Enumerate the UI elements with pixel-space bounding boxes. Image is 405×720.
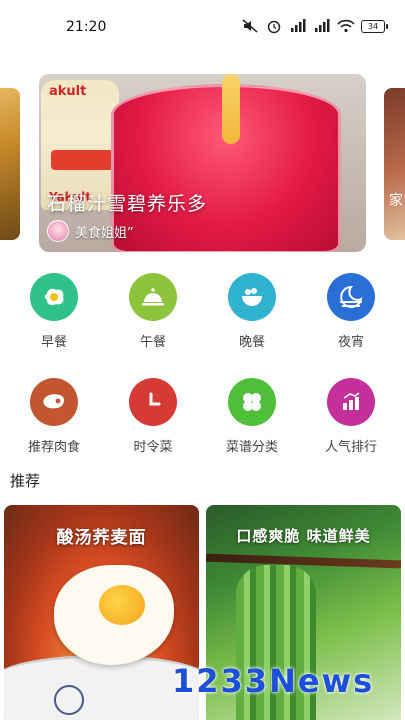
wifi-icon xyxy=(337,19,355,33)
category-seasonal[interactable]: 时令菜 xyxy=(122,378,184,455)
category-meat[interactable]: 推荐肉食 xyxy=(23,378,85,455)
bowl-pattern-image xyxy=(54,685,84,715)
category-label: 时令菜 xyxy=(133,440,173,455)
fried-egg-icon xyxy=(30,273,78,321)
alarm-icon xyxy=(267,20,281,34)
category-label: 菜谱分类 xyxy=(225,440,278,455)
banner-slide-next[interactable] xyxy=(384,88,405,240)
banner-next-title: 家 xyxy=(389,193,403,209)
category-recipe-types[interactable]: 菜谱分类 xyxy=(221,378,283,455)
category-label: 夜宵 xyxy=(337,335,364,350)
battery-icon: 34 xyxy=(361,19,388,33)
mute-icon xyxy=(242,19,258,33)
status-bar: 21:20 34 xyxy=(0,0,405,56)
category-lunch[interactable]: 午餐 xyxy=(122,273,184,350)
banner-title: 石榴汁雪碧养乐多 xyxy=(47,193,208,215)
recommend-title: 推荐 xyxy=(10,472,41,490)
yolk-image xyxy=(99,585,145,625)
recipe-card[interactable]: 酸汤荞麦面 xyxy=(4,505,199,720)
moon-icon xyxy=(327,273,375,321)
category-label: 午餐 xyxy=(139,335,166,350)
category-label: 人气排行 xyxy=(324,440,377,455)
category-breakfast[interactable]: 早餐 xyxy=(23,273,85,350)
bowl-image xyxy=(4,655,199,720)
avatar xyxy=(47,220,69,242)
steak-icon xyxy=(30,378,78,426)
watermark: 1233News xyxy=(172,662,375,700)
clover-icon xyxy=(228,378,276,426)
banner-slide-main[interactable]: akult Yakult 石榴汁雪碧养乐多 美食姐姐” xyxy=(39,74,366,252)
pour-stream-image xyxy=(222,74,240,144)
status-icons: 34 xyxy=(241,18,388,34)
category-grid: 早餐 午餐 晚餐 夜宵 推荐肉食 时令菜 菜谱分类 人气排行 xyxy=(0,273,405,455)
category-row: 早餐 午餐 晚餐 夜宵 xyxy=(0,273,405,350)
recipe-card-title: 酸汤荞麦面 xyxy=(56,528,147,548)
category-label: 早餐 xyxy=(40,335,67,350)
category-dinner[interactable]: 晚餐 xyxy=(221,273,283,350)
category-ranking[interactable]: 人气排行 xyxy=(320,378,382,455)
recipe-card-title: 口感爽脆 味道鲜美 xyxy=(236,527,371,545)
ranking-icon xyxy=(327,378,375,426)
category-late-night[interactable]: 夜宵 xyxy=(320,273,382,350)
bottle-label-band xyxy=(51,150,113,170)
category-label: 晚餐 xyxy=(238,335,265,350)
banner-slide-prev[interactable] xyxy=(0,88,20,240)
bowl-icon xyxy=(228,273,276,321)
chopsticks-image xyxy=(206,553,401,569)
banner-author[interactable]: 美食姐姐” xyxy=(47,220,134,242)
status-time: 21:20 xyxy=(66,19,107,35)
cloche-icon xyxy=(129,273,177,321)
bottle-brand-top: akult xyxy=(49,84,87,99)
category-row: 推荐肉食 时令菜 菜谱分类 人气排行 xyxy=(0,378,405,455)
signal-icon xyxy=(291,19,306,32)
banner-carousel[interactable]: akult Yakult 石榴汁雪碧养乐多 美食姐姐” 家 xyxy=(0,70,405,255)
clock-icon xyxy=(129,378,177,426)
category-label: 推荐肉食 xyxy=(27,440,80,455)
signal-2-icon xyxy=(315,19,330,32)
author-name: 美食姐姐” xyxy=(75,225,134,241)
